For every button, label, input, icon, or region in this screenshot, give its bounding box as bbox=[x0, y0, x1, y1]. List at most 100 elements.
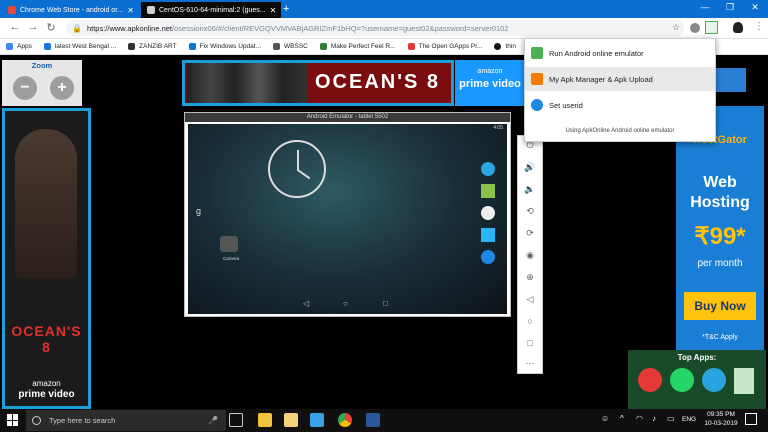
taskbar-search[interactable]: Type here to search 🎤 bbox=[26, 410, 226, 431]
app-icon[interactable] bbox=[734, 368, 754, 394]
bookmark-item[interactable]: latest West Bengal ... bbox=[43, 43, 116, 50]
reload-button[interactable]: ↻ bbox=[44, 21, 58, 34]
left-ad-banner[interactable]: OCEAN'S 8 amazon prime video bbox=[2, 108, 91, 409]
ad-hosting-text: Hosting bbox=[690, 194, 750, 211]
play-store-icon[interactable] bbox=[481, 184, 495, 198]
tab-chrome-web-store[interactable]: Chrome Web Store - android or... ✕ bbox=[2, 2, 140, 18]
close-tab-icon[interactable]: ✕ bbox=[266, 6, 277, 15]
contacts-icon[interactable] bbox=[481, 228, 495, 242]
volume-up-icon[interactable]: 🔊 bbox=[518, 162, 542, 173]
top-ad-banner[interactable]: OCEAN'S 8 bbox=[182, 60, 454, 106]
google-search-icon[interactable]: g bbox=[196, 206, 201, 216]
telegram-icon[interactable] bbox=[702, 368, 726, 392]
overview-icon[interactable]: □ bbox=[518, 338, 542, 348]
apk-manager-item[interactable]: My Apk Manager & Apk Upload bbox=[525, 67, 715, 91]
close-window-button[interactable]: ✕ bbox=[743, 2, 767, 13]
home-icon[interactable]: ○ bbox=[518, 316, 542, 326]
android-clock-status: 4:05 bbox=[493, 125, 503, 131]
angry-birds-icon[interactable] bbox=[638, 368, 662, 392]
ad-prime-video: prime video bbox=[459, 78, 521, 90]
android-screen[interactable]: 4:05 g Camera ◁ ○ □ bbox=[188, 124, 507, 314]
file-explorer-icon[interactable] bbox=[284, 413, 298, 427]
apkonline-extension-icon[interactable] bbox=[705, 21, 718, 34]
android-icon bbox=[531, 47, 543, 59]
more-icon[interactable]: ⋯ bbox=[518, 358, 542, 369]
rotate-right-icon[interactable]: ⟳ bbox=[518, 228, 542, 239]
prime-video-ad[interactable]: amazon prime video bbox=[455, 60, 525, 106]
taskbar-time[interactable]: 09:35 PM bbox=[702, 411, 740, 418]
recents-nav-icon[interactable]: □ bbox=[383, 299, 388, 308]
notification-icon[interactable] bbox=[745, 413, 757, 425]
search-placeholder: Type here to search bbox=[49, 416, 116, 425]
folder-icon bbox=[531, 73, 543, 85]
screenshot-icon[interactable]: ◉ bbox=[518, 250, 542, 261]
tray-arrow-icon[interactable]: ^ bbox=[620, 414, 624, 423]
zoom-icon[interactable]: ⊕ bbox=[518, 272, 542, 283]
profile-icon[interactable] bbox=[733, 22, 743, 33]
zoom-out-button[interactable]: − bbox=[13, 76, 37, 100]
app-icon[interactable] bbox=[310, 413, 324, 427]
wifi-icon[interactable]: ◠ bbox=[636, 414, 643, 423]
star-icon[interactable]: ☆ bbox=[672, 22, 680, 33]
tab-centos[interactable]: CentOS-610-64-minimal:2 (gues... ✕ bbox=[141, 2, 281, 18]
bookmark-icon bbox=[43, 43, 51, 50]
ad-movie-title: OCEAN'S 8 bbox=[11, 323, 82, 355]
phone-icon[interactable] bbox=[481, 250, 495, 264]
hostgator-ad[interactable]: HostGator Web Hosting ₹99* per month Buy… bbox=[676, 106, 764, 350]
lock-icon: 🔒 bbox=[72, 23, 82, 33]
back-button[interactable]: ← bbox=[8, 21, 22, 33]
bookmark-item[interactable]: thin bbox=[494, 43, 516, 50]
back-icon[interactable]: ◁ bbox=[518, 294, 542, 305]
buy-now-button[interactable]: Buy Now bbox=[684, 292, 756, 320]
extension-icon[interactable] bbox=[690, 23, 700, 33]
windows-start-icon[interactable] bbox=[7, 414, 19, 426]
language-indicator[interactable]: ENG bbox=[682, 416, 696, 423]
microphone-icon[interactable]: 🎤 bbox=[208, 416, 218, 425]
search-icon bbox=[32, 416, 41, 425]
bookmark-item[interactable]: ZANZIB ART bbox=[128, 43, 177, 50]
run-emulator-item[interactable]: Run Android online emulator bbox=[525, 41, 715, 65]
github-icon bbox=[494, 43, 502, 50]
volume-icon[interactable]: ♪ bbox=[652, 414, 656, 423]
camera-app-icon[interactable] bbox=[220, 236, 238, 252]
task-view-icon[interactable] bbox=[229, 413, 243, 427]
whatsapp-icon[interactable] bbox=[670, 368, 694, 392]
analog-clock-widget[interactable] bbox=[268, 140, 326, 198]
chrome-icon[interactable] bbox=[338, 413, 352, 427]
ad-price: ₹99* bbox=[694, 223, 746, 250]
apps-grid-icon bbox=[6, 43, 13, 50]
ad-per-month: per month bbox=[697, 258, 743, 269]
bookmark-item[interactable]: WBSSC bbox=[273, 43, 308, 50]
bookmark-item[interactable]: Fix Windows Updat... bbox=[188, 43, 261, 50]
home-nav-icon[interactable]: ○ bbox=[343, 299, 348, 308]
app-drawer-icon[interactable] bbox=[481, 206, 495, 220]
taskbar-date[interactable]: 10-03-2019 bbox=[702, 420, 740, 427]
set-userid-item[interactable]: Set userid bbox=[525, 93, 715, 117]
close-tab-icon[interactable]: ✕ bbox=[123, 6, 134, 15]
new-tab-button[interactable]: + bbox=[283, 3, 289, 15]
browser-app-icon[interactable] bbox=[481, 162, 495, 176]
ad-amazon: amazon bbox=[32, 379, 61, 388]
minimize-button[interactable]: — bbox=[693, 2, 717, 12]
volume-down-icon[interactable]: 🔉 bbox=[518, 184, 542, 195]
emulator-window[interactable]: Android Emulator - tablet 5502 4:05 g Ca… bbox=[184, 112, 511, 317]
people-icon[interactable]: ☺ bbox=[601, 414, 609, 423]
bookmark-icon bbox=[128, 43, 136, 50]
top-apps-panel: Top Apps: bbox=[628, 350, 766, 409]
battery-icon[interactable]: ▭ bbox=[667, 414, 675, 423]
tab-title: Chrome Web Store - android or... bbox=[20, 6, 123, 14]
zoom-in-button[interactable]: + bbox=[50, 76, 74, 100]
bookmark-item[interactable]: The Open GApps Pr... bbox=[407, 43, 482, 50]
bookmark-apps[interactable]: Apps bbox=[6, 43, 32, 50]
menu-icon[interactable]: ⋮ bbox=[754, 21, 764, 32]
emulator-controls: ⏻ 🔊 🔉 ⟲ ⟳ ◉ ⊕ ◁ ○ □ ⋯ bbox=[517, 135, 543, 374]
forward-button[interactable]: → bbox=[26, 21, 40, 33]
address-bar[interactable]: 🔒 https://www.apkonline.net /osessionx06… bbox=[66, 20, 684, 36]
bookmark-item[interactable]: Make Perfect Feel R... bbox=[319, 43, 396, 50]
store-icon[interactable] bbox=[258, 413, 272, 427]
back-nav-icon[interactable]: ◁ bbox=[303, 299, 309, 308]
bookmark-icon bbox=[188, 43, 196, 50]
rotate-left-icon[interactable]: ⟲ bbox=[518, 206, 542, 217]
maximize-button[interactable]: ❐ bbox=[718, 2, 742, 13]
word-icon[interactable] bbox=[366, 413, 380, 427]
